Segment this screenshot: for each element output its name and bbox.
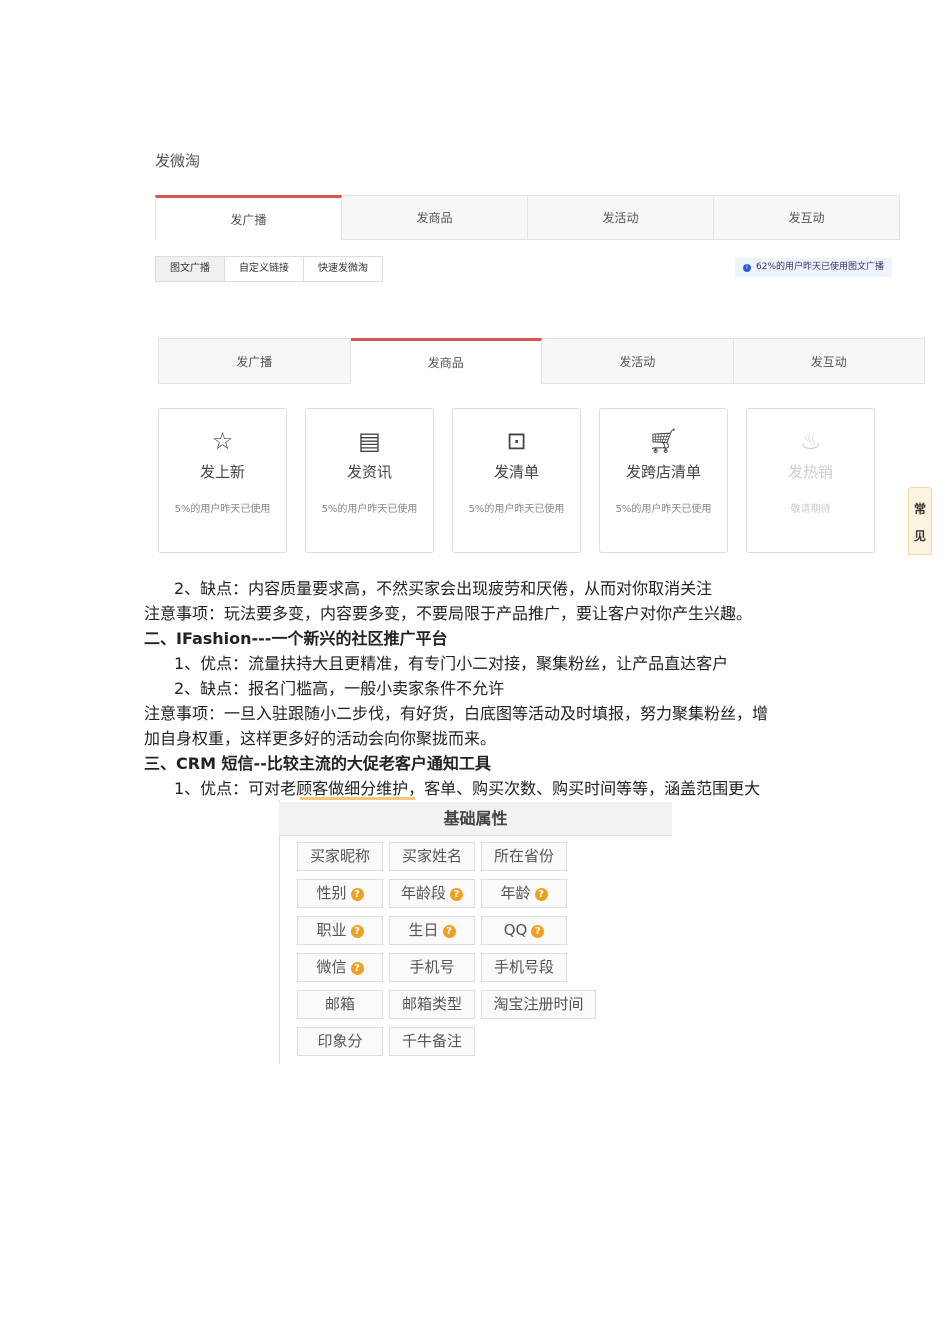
attribute-tag[interactable]: 邮箱 [297,990,383,1019]
tag-label: 性别 [316,884,347,902]
segment-control: 图文广播 自定义链接 快速发微淘 [155,256,383,282]
text-line: 1、优点：流量扶持大且更精准，有专门小二对接，聚集粉丝，让产品直达客户 [174,654,729,673]
tag-label: 职业 [316,921,347,939]
attribute-tag[interactable]: 微信? [297,953,383,982]
card-stat: 5%的用户昨天已使用 [615,504,712,515]
card-news[interactable]: ▤ 发资讯 5%的用户昨天已使用 [305,408,434,553]
tab-product[interactable]: 发商品 [342,195,528,240]
attribute-tag[interactable]: 年龄? [481,879,567,908]
side-char: 常 [913,502,926,516]
card-name: 发上新 [199,463,245,481]
tag-label: 手机号 [409,958,455,976]
tag-label: 买家姓名 [401,847,462,865]
usage-tip: i 62%的用户昨天已使用图文广播 [735,258,893,277]
section-heading: 二、IFashion---一个新兴的社区推广平台 [144,629,448,648]
tag-label: 微信 [316,958,347,976]
attributes-header: 基础属性 [279,802,672,836]
card-stat: 5%的用户昨天已使用 [468,504,565,515]
segment-image-text[interactable]: 图文广播 [156,257,225,281]
help-icon[interactable]: ? [350,888,364,901]
attribute-tag[interactable]: 买家昵称 [297,842,383,871]
usage-tip-text: 62%的用户昨天已使用图文广播 [756,262,885,272]
text-line: 2、缺点：内容质量要求高，不然买家会出现疲劳和厌倦，从而对你取消关注 [174,579,713,598]
tag-label: 淘宝注册时间 [493,995,584,1013]
tab-bar-1: 发广播 发商品 发活动 发互动 [155,195,900,240]
document-page: 发微淘 发广播 发商品 发活动 发互动 图文广播 自定义链接 快速发微淘 i 62… [0,0,950,1344]
segment-custom-link[interactable]: 自定义链接 [225,257,304,281]
segment-quick-post[interactable]: 快速发微淘 [304,257,382,281]
card-name: 发跨店清单 [625,463,701,481]
attribute-tag[interactable]: 印象分 [297,1027,383,1056]
star-icon: ☆ [211,427,234,455]
attribute-tag[interactable]: 手机号 [389,953,475,982]
tag-label: QQ [503,921,528,939]
tag-label: 邮箱 [324,995,355,1013]
tag-label: 买家昵称 [309,847,370,865]
card-list[interactable]: ⊡ 发清单 5%的用户昨天已使用 [452,408,581,553]
tag-label: 手机号段 [493,958,554,976]
attribute-tag[interactable]: 所在省份 [481,842,567,871]
card-stat: 5%的用户昨天已使用 [174,504,271,515]
attribute-tag[interactable]: 职业? [297,916,383,945]
tab-activity[interactable]: 发活动 [542,338,734,384]
help-icon[interactable]: ? [531,925,545,938]
tab-interact[interactable]: 发互动 [733,338,925,384]
orange-accent [300,797,415,800]
tag-label: 年龄段 [400,884,446,902]
attribute-tag[interactable]: 邮箱类型 [389,990,475,1019]
tag-label: 印象分 [317,1032,363,1050]
tab-bar-2: 发广播 发商品 发活动 发互动 [158,338,925,384]
attribute-tag[interactable]: 年龄段? [389,879,475,908]
tag-label: 年龄 [500,884,531,902]
weitao-title: 发微淘 [155,152,201,170]
tab-broadcast[interactable]: 发广播 [158,338,351,384]
tab-activity[interactable]: 发活动 [528,195,714,240]
help-icon[interactable]: ? [534,888,548,901]
tab-product[interactable]: 发商品 [350,338,542,384]
text-line: 1、优点：可对老顾客做细分维护，客单、购买次数、购买时间等等，涵盖范围更大 [174,779,761,798]
info-icon: i [743,264,751,272]
tag-label: 生日 [408,921,439,939]
card-name: 发资讯 [346,463,392,481]
attribute-tag[interactable]: 性别? [297,879,383,908]
text-line: 2、缺点：报名门槛高，一般小卖家条件不允许 [174,679,505,698]
section-heading: 三、CRM 短信--比较主流的大促老客户通知工具 [144,754,491,773]
help-icon[interactable]: ? [350,925,364,938]
tag-label: 所在省份 [493,847,554,865]
card-cross-store-list[interactable]: 🛒︎ 发跨店清单 5%的用户昨天已使用 [599,408,728,553]
attribute-tag[interactable]: 手机号段 [481,953,567,982]
tab-interact[interactable]: 发互动 [714,195,900,240]
card-stat: 5%的用户昨天已使用 [321,504,418,515]
text-line: 注意事项：一旦入驻跟随小二步伐，有好货，白底图等活动及时填报，努力聚集粉丝，增 [144,704,769,723]
attribute-tag[interactable]: 千牛备注 [389,1027,475,1056]
help-icon[interactable]: ? [442,925,456,938]
help-icon[interactable]: ? [450,888,463,901]
tag-label: 邮箱类型 [401,995,462,1013]
attribute-tag[interactable]: 淘宝注册时间 [481,990,596,1019]
text-line: 注意事项：玩法要多变，内容要多变，不要局限于产品推广，要让客户对你产生兴趣。 [144,604,753,623]
help-icon[interactable]: ? [350,962,364,975]
attribute-tag[interactable]: QQ? [481,916,567,945]
fire-icon: ♨ [799,427,822,455]
attribute-tag[interactable]: 生日? [389,916,475,945]
card-new-arrival[interactable]: ☆ 发上新 5%的用户昨天已使用 [158,408,287,553]
text-line: 加自身权重，这样更多好的活动会向你聚拢而来。 [144,729,497,748]
card-name: 发热销 [787,463,833,481]
card-stat: 敬请期待 [790,504,831,515]
news-icon: ▤ [358,427,381,455]
card-name: 发清单 [493,463,539,481]
side-char: 见 [913,529,926,543]
tab-broadcast[interactable]: 发广播 [155,195,342,240]
card-hot-sale: ♨ 发热销 敬请期待 [746,408,875,553]
tag-label: 千牛备注 [401,1032,462,1050]
attribute-tag[interactable]: 买家姓名 [389,842,475,871]
faq-side-tab[interactable]: 常见 [908,487,932,555]
cart-icon: 🛒︎ [648,427,679,455]
panel-border [279,800,280,1064]
bag-icon: ⊡ [506,427,527,455]
